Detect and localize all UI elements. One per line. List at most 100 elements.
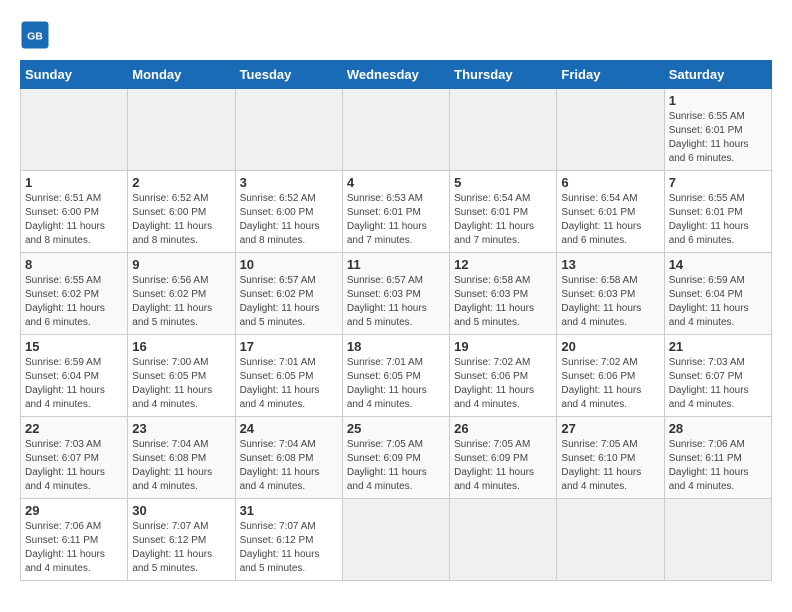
day-info: Sunrise: 6:53 AMSunset: 6:01 PMDaylight:…	[347, 192, 445, 248]
day-number: 11	[347, 257, 445, 272]
calendar-cell: 14 Sunrise: 6:59 AMSunset: 6:04 PMDayligh…	[664, 253, 771, 335]
calendar-cell	[21, 89, 128, 171]
calendar-cell: 3Sunrise: 6:52 AMSunset: 6:00 PMDaylight…	[235, 171, 342, 253]
calendar-cell: 7Sunrise: 6:55 AMSunset: 6:01 PMDaylight…	[664, 171, 771, 253]
calendar-cell: 28 Sunrise: 7:06 AMSunset: 6:11 PMDayligh…	[664, 417, 771, 499]
calendar-cell: 13Sunrise: 6:58 AMSunset: 6:03 PMDayligh…	[557, 253, 664, 335]
day-info: Sunrise: 6:59 AMSunset: 6:04 PMDaylight:…	[669, 274, 767, 330]
day-number: 13	[561, 257, 659, 272]
day-info: Sunrise: 7:03 AMSunset: 6:07 PMDaylight:…	[25, 438, 123, 494]
calendar-cell: 4 Sunrise: 6:53 AMSunset: 6:01 PMDaylight…	[342, 171, 449, 253]
day-number: 6	[561, 175, 659, 190]
calendar-cell: 10 Sunrise: 6:57 AMSunset: 6:02 PMDayligh…	[235, 253, 342, 335]
day-number: 4	[347, 175, 445, 190]
calendar-cell: 23 Sunrise: 7:04 AMSunset: 6:08 PMDayligh…	[128, 417, 235, 499]
logo-icon: GB	[20, 20, 50, 50]
day-info: Sunrise: 7:05 AMSunset: 6:09 PMDaylight:…	[454, 438, 552, 494]
day-info: Sunrise: 7:04 AMSunset: 6:08 PMDaylight:…	[240, 438, 338, 494]
day-number: 20	[561, 339, 659, 354]
day-header-friday: Friday	[557, 61, 664, 89]
day-header-monday: Monday	[128, 61, 235, 89]
calendar-cell: 15 Sunrise: 6:59 AMSunset: 6:04 PMDayligh…	[21, 335, 128, 417]
day-header-sunday: Sunday	[21, 61, 128, 89]
calendar-cell: 2 Sunrise: 6:52 AMSunset: 6:00 PMDaylight…	[128, 171, 235, 253]
week-row-1: 1Sunrise: 6:51 AMSunset: 6:00 PMDaylight…	[21, 171, 772, 253]
calendar-cell	[450, 89, 557, 171]
day-info: Sunrise: 6:52 AMSunset: 6:00 PMDaylight:…	[240, 192, 338, 248]
day-number: 25	[347, 421, 445, 436]
calendar-cell: 1Sunrise: 6:51 AMSunset: 6:00 PMDaylight…	[21, 171, 128, 253]
day-info: Sunrise: 7:04 AMSunset: 6:08 PMDaylight:…	[132, 438, 230, 494]
calendar-cell: 30 Sunrise: 7:07 AMSunset: 6:12 PMDayligh…	[128, 499, 235, 581]
day-number: 21	[669, 339, 767, 354]
day-info: Sunrise: 7:02 AMSunset: 6:06 PMDaylight:…	[454, 356, 552, 412]
header: GB	[20, 20, 772, 50]
day-number: 28	[669, 421, 767, 436]
day-number: 24	[240, 421, 338, 436]
day-number: 1	[25, 175, 123, 190]
calendar-cell: 29 Sunrise: 7:06 AMSunset: 6:11 PMDayligh…	[21, 499, 128, 581]
day-number: 2	[132, 175, 230, 190]
day-number: 29	[25, 503, 123, 518]
day-number: 19	[454, 339, 552, 354]
calendar-cell	[557, 499, 664, 581]
day-number: 5	[454, 175, 552, 190]
day-number: 8	[25, 257, 123, 272]
day-info: Sunrise: 6:57 AMSunset: 6:02 PMDaylight:…	[240, 274, 338, 330]
day-info: Sunrise: 7:07 AMSunset: 6:12 PMDaylight:…	[240, 520, 338, 576]
day-info: Sunrise: 7:00 AMSunset: 6:05 PMDaylight:…	[132, 356, 230, 412]
calendar-cell: 5 Sunrise: 6:54 AMSunset: 6:01 PMDaylight…	[450, 171, 557, 253]
calendar-cell: 6Sunrise: 6:54 AMSunset: 6:01 PMDaylight…	[557, 171, 664, 253]
week-row-2: 8 Sunrise: 6:55 AMSunset: 6:02 PMDaylight…	[21, 253, 772, 335]
day-info: Sunrise: 6:55 AMSunset: 6:02 PMDaylight:…	[25, 274, 123, 330]
calendar-cell: 18Sunrise: 7:01 AMSunset: 6:05 PMDayligh…	[342, 335, 449, 417]
calendar-cell: 16 Sunrise: 7:00 AMSunset: 6:05 PMDayligh…	[128, 335, 235, 417]
day-number: 9	[132, 257, 230, 272]
day-number: 17	[240, 339, 338, 354]
day-info: Sunrise: 7:03 AMSunset: 6:07 PMDaylight:…	[669, 356, 767, 412]
day-info: Sunrise: 6:57 AMSunset: 6:03 PMDaylight:…	[347, 274, 445, 330]
calendar-cell	[557, 89, 664, 171]
day-info: Sunrise: 7:07 AMSunset: 6:12 PMDaylight:…	[132, 520, 230, 576]
day-number: 16	[132, 339, 230, 354]
day-number: 23	[132, 421, 230, 436]
calendar-table: SundayMondayTuesdayWednesdayThursdayFrid…	[20, 60, 772, 581]
calendar-cell: 11 Sunrise: 6:57 AMSunset: 6:03 PMDayligh…	[342, 253, 449, 335]
calendar-cell: 24 Sunrise: 7:04 AMSunset: 6:08 PMDayligh…	[235, 417, 342, 499]
day-number: 7	[669, 175, 767, 190]
day-header-tuesday: Tuesday	[235, 61, 342, 89]
day-header-wednesday: Wednesday	[342, 61, 449, 89]
calendar-cell: 22 Sunrise: 7:03 AMSunset: 6:07 PMDayligh…	[21, 417, 128, 499]
day-number: 1	[669, 93, 767, 108]
calendar-cell	[450, 499, 557, 581]
calendar-cell: 26Sunrise: 7:05 AMSunset: 6:09 PMDayligh…	[450, 417, 557, 499]
day-number: 27	[561, 421, 659, 436]
day-number: 30	[132, 503, 230, 518]
calendar-cell: 20 Sunrise: 7:02 AMSunset: 6:06 PMDayligh…	[557, 335, 664, 417]
day-info: Sunrise: 6:55 AMSunset: 6:01 PMDaylight:…	[669, 110, 767, 166]
day-number: 22	[25, 421, 123, 436]
calendar-cell: 1 Sunrise: 6:55 AMSunset: 6:01 PMDaylight…	[664, 89, 771, 171]
calendar-cell: 17 Sunrise: 7:01 AMSunset: 6:05 PMDayligh…	[235, 335, 342, 417]
day-number: 14	[669, 257, 767, 272]
day-number: 10	[240, 257, 338, 272]
day-info: Sunrise: 7:01 AMSunset: 6:05 PMDaylight:…	[347, 356, 445, 412]
calendar-cell: 31Sunrise: 7:07 AMSunset: 6:12 PMDayligh…	[235, 499, 342, 581]
day-number: 12	[454, 257, 552, 272]
day-info: Sunrise: 7:06 AMSunset: 6:11 PMDaylight:…	[25, 520, 123, 576]
day-info: Sunrise: 6:54 AMSunset: 6:01 PMDaylight:…	[454, 192, 552, 248]
day-info: Sunrise: 7:05 AMSunset: 6:09 PMDaylight:…	[347, 438, 445, 494]
day-info: Sunrise: 7:02 AMSunset: 6:06 PMDaylight:…	[561, 356, 659, 412]
day-info: Sunrise: 7:05 AMSunset: 6:10 PMDaylight:…	[561, 438, 659, 494]
day-info: Sunrise: 7:06 AMSunset: 6:11 PMDaylight:…	[669, 438, 767, 494]
day-info: Sunrise: 6:52 AMSunset: 6:00 PMDaylight:…	[132, 192, 230, 248]
day-info: Sunrise: 6:59 AMSunset: 6:04 PMDaylight:…	[25, 356, 123, 412]
week-row-5: 29 Sunrise: 7:06 AMSunset: 6:11 PMDayligh…	[21, 499, 772, 581]
day-info: Sunrise: 7:01 AMSunset: 6:05 PMDaylight:…	[240, 356, 338, 412]
svg-text:GB: GB	[27, 31, 43, 43]
calendar-cell: 19 Sunrise: 7:02 AMSunset: 6:06 PMDayligh…	[450, 335, 557, 417]
calendar-cell: 9 Sunrise: 6:56 AMSunset: 6:02 PMDaylight…	[128, 253, 235, 335]
day-info: Sunrise: 6:56 AMSunset: 6:02 PMDaylight:…	[132, 274, 230, 330]
calendar-cell: 25 Sunrise: 7:05 AMSunset: 6:09 PMDayligh…	[342, 417, 449, 499]
day-number: 15	[25, 339, 123, 354]
